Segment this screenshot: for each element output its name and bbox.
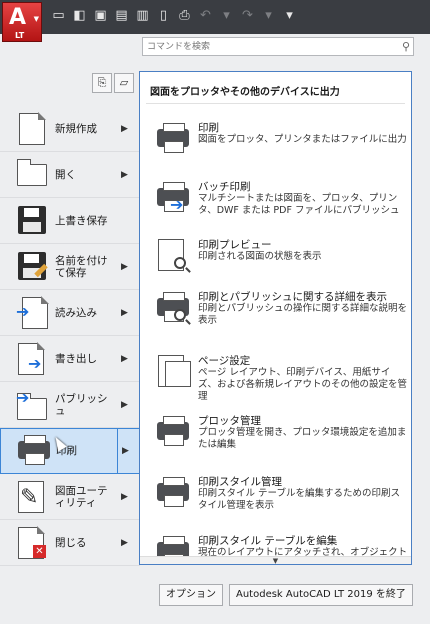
menu-item-new[interactable]: 新規作成 ▶ xyxy=(0,106,140,152)
close-document-icon: ✕ xyxy=(16,525,50,560)
submenu-header: 図面をプロッタやその他のデバイスに出力 xyxy=(146,72,405,104)
plot-style-manager-icon xyxy=(156,476,190,510)
undo-icon[interactable]: ↶ xyxy=(197,7,214,24)
submenu-item-title: 印刷スタイル テーブルを編集 xyxy=(198,535,338,547)
submenu-item-batch-plot[interactable]: ➔ バッチ印刷 マルチシートまたは図面を、プロッタ、プリンタ、DWF または P… xyxy=(150,177,406,235)
submenu-item-plotter-manager[interactable]: プロッタ管理 プロッタ管理を開き、プロッタ環境設定を追加または編集 xyxy=(150,411,406,469)
app-logo-letter: A xyxy=(9,5,27,30)
menu-item-label: 新規作成 xyxy=(55,122,97,135)
new-document-icon xyxy=(16,111,50,146)
dropdown-icon[interactable]: ▾ xyxy=(260,7,277,24)
customize-qat-icon[interactable]: ▾ xyxy=(281,7,298,24)
submenu-item-title: 印刷とパブリッシュに関する詳細を表示 xyxy=(198,291,387,303)
menu-item-label: 名前を付けて保存 xyxy=(55,254,108,279)
submenu-item-desc: 印刷とパブリッシュの操作に関する詳細な説明を表示 xyxy=(198,303,408,326)
submenu-item-title: ページ設定 xyxy=(198,355,251,367)
submenu-item-title: 印刷プレビュー xyxy=(198,239,272,251)
submenu-item-title: 印刷スタイル管理 xyxy=(198,476,282,488)
application-menu: ⚲ ⎘ ▱ 新規作成 ▶ 開く ▶ 上書き保存 名前を付けて保存 ▶ ➔ 読み込… xyxy=(0,34,430,624)
submenu-item-page-setup[interactable]: ページ設定 ページ レイアウト、印刷デバイス、用紙サイズ、および各新規レイアウト… xyxy=(150,351,408,409)
search-box[interactable]: ⚲ xyxy=(142,37,414,56)
submenu-item-desc: マルチシートまたは図面を、プロッタ、プリンタ、DWF または PDF ファイルに… xyxy=(198,193,400,216)
quick-access-toolbar: ▭ ◧ ▣ ▤ ▥ ▯ ⎙ ↶ ▾ ↷ ▾ ▾ xyxy=(0,0,430,34)
recent-documents-icon[interactable]: ⎘ xyxy=(92,73,112,93)
options-button[interactable]: オプション xyxy=(159,584,223,606)
chevron-right-icon: ▶ xyxy=(121,537,128,548)
menu-item-export[interactable]: ➔ 書き出し ▶ xyxy=(0,336,140,382)
import-icon[interactable]: ▥ xyxy=(134,7,151,24)
chevron-right-icon: ▶ xyxy=(121,491,128,502)
chevron-right-icon: ▶ xyxy=(121,353,128,364)
left-command-list: 新規作成 ▶ 開く ▶ 上書き保存 名前を付けて保存 ▶ ➔ 読み込み ▶ ➔ … xyxy=(0,106,140,566)
print-icon[interactable]: ⎙ xyxy=(176,7,193,24)
menu-item-label: 上書き保存 xyxy=(55,214,108,227)
chevron-right-icon: ▶ xyxy=(121,261,128,272)
menu-item-publish[interactable]: ➔ パブリッシュ ▶ xyxy=(0,382,140,428)
qat-icon-row: ▭ ◧ ▣ ▤ ▥ ▯ ⎙ ↶ ▾ ↷ ▾ ▾ xyxy=(50,7,298,24)
app-badge: LT xyxy=(15,31,25,40)
submenu-item-desc: 印刷スタイル テーブルを編集するための印刷スタイル管理を表示 xyxy=(198,488,400,511)
menu-item-print[interactable]: 印刷 ▶ xyxy=(0,428,140,474)
export-icon: ➔ xyxy=(16,341,50,376)
menu-item-drawing-utilities[interactable]: ✎ 図面ユーティリティ ▶ xyxy=(0,474,140,520)
search-input[interactable] xyxy=(143,38,391,55)
open-icon[interactable]: ◧ xyxy=(71,7,88,24)
application-menu-button[interactable]: A LT ▼ xyxy=(2,2,42,42)
new-icon[interactable]: ▭ xyxy=(50,7,67,24)
split-divider xyxy=(117,429,118,473)
publish-icon: ➔ xyxy=(16,388,50,422)
page-setup-icon xyxy=(156,355,191,389)
submenu-item-title: プロッタ管理 xyxy=(198,415,261,427)
redo-icon[interactable]: ↷ xyxy=(239,7,256,24)
menu-item-import[interactable]: ➔ 読み込み ▶ xyxy=(0,290,140,336)
menu-item-label: 図面ユーティリティ xyxy=(55,484,108,509)
preview-icon xyxy=(156,239,190,273)
submenu-item-desc: 図面をプロッタ、プリンタまたはファイルに出力 xyxy=(198,134,407,145)
menu-item-label: 開く xyxy=(55,168,76,181)
submenu-item-desc: プロッタ管理を開き、プロッタ環境設定を追加または編集 xyxy=(198,427,407,450)
chevron-right-icon: ▶ xyxy=(121,399,128,410)
saveas-icon[interactable]: ▤ xyxy=(113,7,130,24)
chevron-right-icon: ▶ xyxy=(121,169,128,180)
open-documents-icon[interactable]: ▱ xyxy=(114,73,134,93)
save-icon[interactable]: ▣ xyxy=(92,7,109,24)
exit-autocad-button[interactable]: Autodesk AutoCAD LT 2019 を終了 xyxy=(229,584,413,606)
submenu-item-title: バッチ印刷 xyxy=(198,181,251,193)
submenu-item-plot-details[interactable]: 印刷とパブリッシュに関する詳細を表示 印刷とパブリッシュの操作に関する詳細な説明… xyxy=(150,287,408,345)
chevron-down-icon: ▼ xyxy=(33,15,39,23)
submenu-item-plot[interactable]: 印刷 図面をプロッタ、プリンタまたはファイルに出力 xyxy=(150,118,407,176)
plot-details-icon xyxy=(156,291,190,325)
import-icon: ➔ xyxy=(16,295,50,330)
menu-item-label: 読み込み xyxy=(55,306,97,319)
chevron-right-icon[interactable]: ▶ xyxy=(122,446,129,456)
chevron-right-icon: ▶ xyxy=(121,123,128,134)
dropdown-icon[interactable]: ▾ xyxy=(218,7,235,24)
mobile-icon[interactable]: ▯ xyxy=(155,7,172,24)
chevron-right-icon: ▶ xyxy=(121,307,128,318)
menu-item-close[interactable]: ✕ 閉じる ▶ xyxy=(0,520,140,566)
submenu-item-plot-style-manager[interactable]: 印刷スタイル管理 印刷スタイル テーブルを編集するための印刷スタイル管理を表示 xyxy=(150,472,406,530)
menu-item-label: パブリッシュ xyxy=(55,392,108,417)
menu-item-label: 書き出し xyxy=(55,352,97,365)
submenu-item-desc: 印刷される図面の状態を表示 xyxy=(198,251,322,262)
submenu-item-title: 印刷 xyxy=(198,122,219,134)
plotter-manager-icon xyxy=(156,415,190,449)
folder-icon xyxy=(16,158,50,192)
menu-item-open[interactable]: 開く ▶ xyxy=(0,152,140,198)
save-as-icon xyxy=(16,250,50,284)
submenu-item-plot-preview[interactable]: 印刷プレビュー 印刷される図面の状態を表示 xyxy=(150,235,406,293)
printer-icon xyxy=(17,434,51,468)
utilities-icon: ✎ xyxy=(16,480,50,514)
scroll-down-arrow[interactable]: ▼ xyxy=(140,556,411,564)
submenu-item-desc: ページ レイアウト、印刷デバイス、用紙サイズ、および各新規レイアウトのその他の設… xyxy=(198,367,408,402)
menu-item-label: 閉じる xyxy=(55,536,87,549)
print-submenu: 図面をプロッタやその他のデバイスに出力 印刷 図面をプロッタ、プリンタまたはファ… xyxy=(139,71,412,565)
view-toggle-buttons: ⎘ ▱ xyxy=(92,73,134,93)
save-icon xyxy=(16,204,50,238)
menu-item-save[interactable]: 上書き保存 xyxy=(0,198,140,244)
menu-item-save-as[interactable]: 名前を付けて保存 ▶ xyxy=(0,244,140,290)
printer-icon xyxy=(156,122,190,156)
search-icon[interactable]: ⚲ xyxy=(402,40,410,53)
batch-plot-icon: ➔ xyxy=(156,181,190,215)
